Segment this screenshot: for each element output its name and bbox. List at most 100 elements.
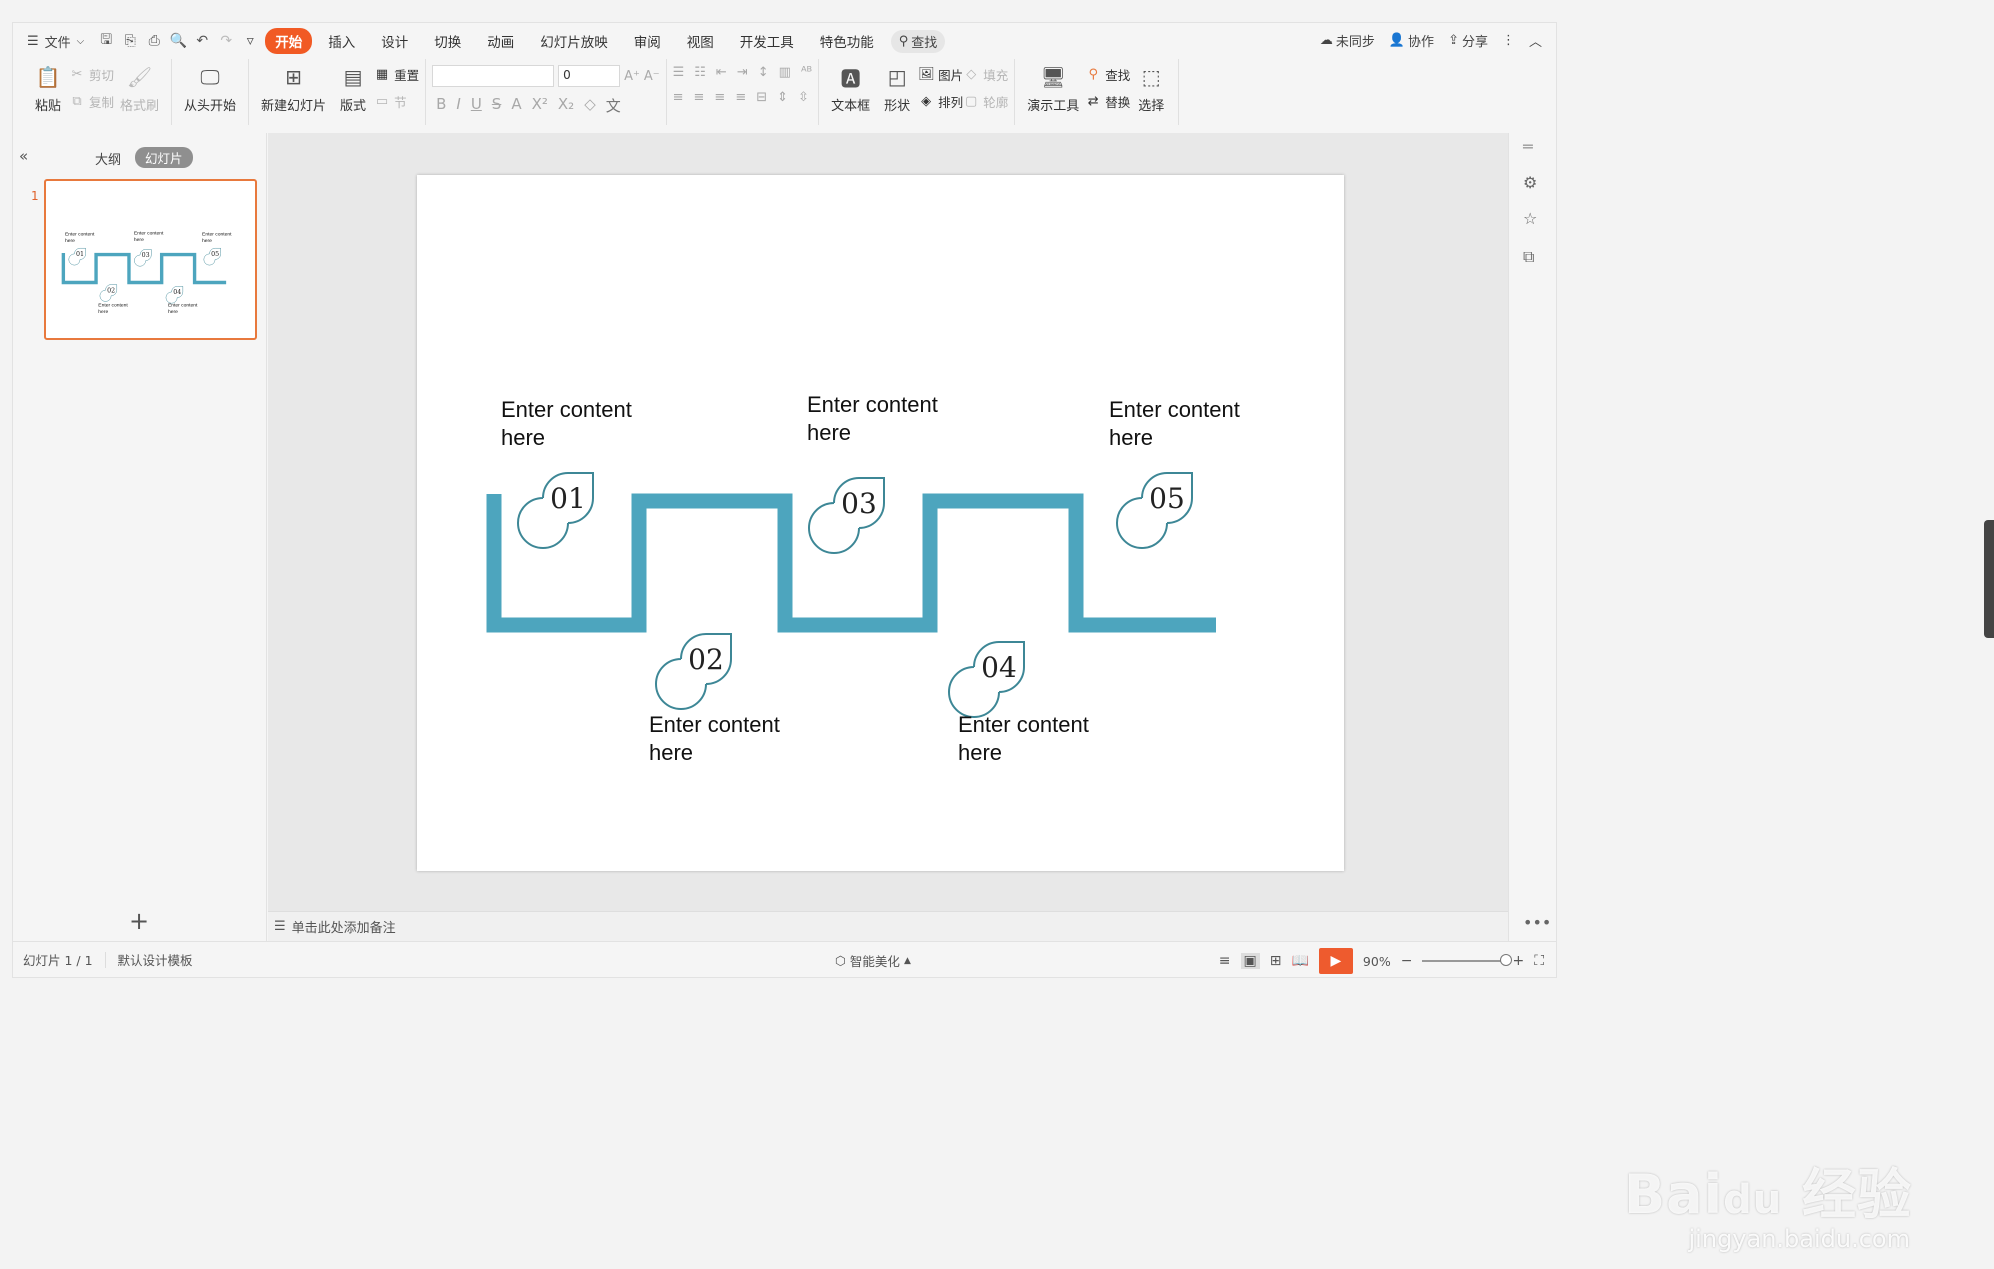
font-grow-icon[interactable]: A⁺ <box>624 69 640 84</box>
search-tab[interactable]: ⚲ 查找 <box>890 29 946 53</box>
notes-bar[interactable]: ☰ 单击此处添加备注 <box>268 911 1508 941</box>
tab-outline[interactable]: 大纲 <box>95 149 121 168</box>
align-left-icon[interactable]: ≡ <box>673 90 684 105</box>
content-text-04[interactable]: Enter content here <box>958 712 1089 765</box>
italic-icon[interactable]: I <box>456 95 460 116</box>
export-pdf-icon[interactable]: ⎘ <box>118 33 142 49</box>
vertical-align-icon[interactable]: ⇕ <box>777 90 788 105</box>
redo-icon[interactable]: ↷ <box>214 33 238 49</box>
undo-icon[interactable]: ↶ <box>190 33 214 49</box>
side-drag-handle[interactable] <box>1984 520 1994 638</box>
zoom-level[interactable]: 90% <box>1363 954 1391 969</box>
tab-insert[interactable]: 插入 <box>318 28 365 54</box>
columns-icon[interactable]: ▥ <box>779 65 791 80</box>
sidebar-menu-icon[interactable]: ═ <box>1523 137 1533 156</box>
print-icon[interactable]: ⎙ <box>142 33 166 49</box>
zoom-in-icon[interactable]: + <box>1512 953 1524 969</box>
share-button[interactable]: ⇪ 分享 <box>1448 31 1488 50</box>
slide-canvas[interactable]: 01 Enter content here 02 Enter content here 03… <box>417 175 1344 871</box>
increase-indent-icon[interactable]: ⇥ <box>737 65 748 80</box>
shape-button[interactable]: ◰ 形状 <box>876 59 918 114</box>
copy-button[interactable]: ⧉ 复制 <box>69 92 114 111</box>
select-button[interactable]: ⬚ 选择 <box>1130 59 1172 114</box>
print-preview-icon[interactable]: 🔍 <box>166 33 190 49</box>
from-start-button[interactable]: 🖵 从头开始 <box>178 59 242 114</box>
tab-features[interactable]: 特色功能 <box>810 28 884 54</box>
tab-slides[interactable]: 幻灯片 <box>135 147 193 168</box>
line-spacing-icon[interactable]: ↕ <box>758 65 769 80</box>
slide-thumbnail[interactable]: 01 Enter content here 02 Enter content here 03… <box>44 179 257 340</box>
font-shrink-icon[interactable]: A⁻ <box>644 69 660 84</box>
subscript-icon[interactable]: X₂ <box>558 95 574 116</box>
paste-button[interactable]: 📋 粘贴 <box>27 59 69 114</box>
beautify-button[interactable]: ⬡ 智能美化 ▲ <box>835 951 911 970</box>
tab-review[interactable]: 审阅 <box>624 28 671 54</box>
new-slide-button[interactable]: ⊞ 新建幻灯片 <box>255 59 332 114</box>
notes-toggle-icon[interactable]: ≡ <box>1219 953 1231 969</box>
zoom-out-icon[interactable]: − <box>1401 953 1413 969</box>
collab-button[interactable]: 👤 协作 <box>1389 31 1434 50</box>
textbox-button[interactable]: 🅰 文本框 <box>825 59 876 115</box>
copy-frame-icon[interactable]: ⧉ <box>1523 247 1534 267</box>
layout-button[interactable]: ▤ 版式 <box>332 59 374 114</box>
font-size-select[interactable]: 0 <box>558 65 621 87</box>
marker-03[interactable]: 03 <box>808 477 885 554</box>
tab-slideshow[interactable]: 幻灯片放映 <box>530 28 618 54</box>
font-family-select[interactable] <box>432 65 555 87</box>
justify-icon[interactable]: ≡ <box>735 90 746 105</box>
bold-icon[interactable]: B <box>436 95 446 116</box>
clear-format-icon[interactable]: ◇ <box>584 95 596 116</box>
text-direction-icon[interactable]: ᴬᴮ <box>801 65 812 80</box>
format-painter-button[interactable]: 🖌 格式刷 <box>114 59 165 114</box>
marker-04[interactable]: 04 <box>948 641 1025 718</box>
collapse-ribbon-icon[interactable]: ︿ <box>1529 31 1542 50</box>
reading-view-icon[interactable]: 📖 <box>1291 953 1308 969</box>
distribute-icon[interactable]: ⊟ <box>756 90 767 105</box>
tab-view[interactable]: 视图 <box>677 28 724 54</box>
zoom-slider[interactable] <box>1422 954 1513 966</box>
arrange-button[interactable]: ◈ 排列 <box>918 92 963 111</box>
settings-sliders-icon[interactable]: ⚙ <box>1523 173 1537 192</box>
customize-toolbar-icon[interactable]: ▿ <box>238 33 262 49</box>
more-dots-icon[interactable]: ••• <box>1523 913 1551 932</box>
outline-button[interactable]: ▢ 轮廓 <box>963 92 1008 111</box>
decrease-indent-icon[interactable]: ⇤ <box>716 65 727 80</box>
zoom-slider-knob[interactable] <box>1500 954 1513 966</box>
star-icon[interactable]: ☆ <box>1523 209 1537 228</box>
add-slide-icon[interactable]: + <box>129 907 149 935</box>
tab-developer[interactable]: 开发工具 <box>730 28 804 54</box>
collapse-panel-icon[interactable]: « <box>19 147 28 165</box>
template-name[interactable]: 默认设计模板 <box>118 950 193 969</box>
cut-button[interactable]: ✂ 剪切 <box>69 65 114 84</box>
picture-button[interactable]: 🖼 图片 <box>918 65 963 84</box>
save-icon[interactable]: 🖫 <box>94 29 118 53</box>
play-slideshow-button[interactable]: ▶ <box>1318 948 1353 974</box>
more-options-icon[interactable]: ⋮ <box>1502 33 1515 48</box>
fill-button[interactable]: ◇ 填充 <box>963 65 1008 84</box>
reset-button[interactable]: ▦ 重置 <box>374 65 419 84</box>
replace-button[interactable]: ⇄ 替换 <box>1085 92 1130 111</box>
marker-02[interactable]: 02 <box>655 633 732 710</box>
content-text-02[interactable]: Enter content here <box>649 712 780 765</box>
font-color-icon[interactable]: A <box>511 95 521 116</box>
numbered-list-icon[interactable]: ☷ <box>694 65 706 80</box>
sorter-view-icon[interactable]: ⊞ <box>1270 953 1282 969</box>
section-button[interactable]: ▭ 节 <box>374 92 419 111</box>
marker-05[interactable]: 05 <box>1116 472 1193 549</box>
tab-transition[interactable]: 切换 <box>424 28 471 54</box>
paragraph-spacing-icon[interactable]: ⇳ <box>798 90 809 105</box>
tab-design[interactable]: 设计 <box>371 28 418 54</box>
fit-window-icon[interactable]: ⛶ <box>1534 953 1544 969</box>
file-menu[interactable]: ☰ 文件 ⌵ <box>13 28 94 54</box>
marker-01[interactable]: 01 <box>517 472 594 549</box>
strikethrough-icon[interactable]: S <box>492 95 502 116</box>
underline-icon[interactable]: U <box>471 95 482 116</box>
content-text-01[interactable]: Enter content here <box>501 397 632 450</box>
sync-button[interactable]: ☁ 未同步 <box>1320 31 1375 50</box>
superscript-icon[interactable]: X² <box>532 95 548 116</box>
tab-home[interactable]: 开始 <box>265 28 313 54</box>
content-text-03[interactable]: Enter content here <box>807 392 938 445</box>
phonetic-icon[interactable]: 文 <box>606 95 621 116</box>
present-tools-button[interactable]: 🖥 演示工具 <box>1021 59 1085 114</box>
tab-animation[interactable]: 动画 <box>477 28 524 54</box>
